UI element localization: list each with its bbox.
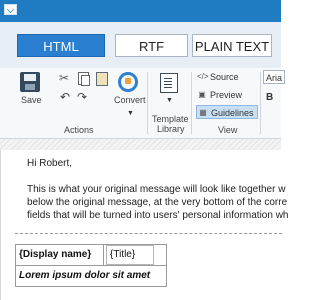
bold-button[interactable]: B	[266, 92, 273, 103]
ribbon-divider	[191, 72, 192, 134]
format-tab-bar: HTML RTF PLAIN TEXT	[0, 22, 281, 68]
editor-margin-stripe	[0, 139, 281, 150]
actions-group-label: Actions	[64, 125, 94, 135]
preview-icon: ▣	[198, 90, 206, 99]
paste-icon[interactable]	[96, 72, 108, 86]
view-group-label: View	[218, 125, 238, 135]
message-editor[interactable]: Hi Robert, This is what your original me…	[0, 150, 289, 300]
display-name-field[interactable]: {Display name}	[16, 245, 104, 265]
redo-icon[interactable]: ↷	[77, 90, 87, 104]
body-line: fields that will be turned into users' p…	[27, 210, 289, 221]
ribbon-divider	[260, 72, 261, 134]
convert-button-label[interactable]: Convert	[114, 95, 146, 105]
tab-html[interactable]: HTML	[17, 34, 105, 57]
undo-icon[interactable]: ↶	[60, 90, 70, 104]
ribbon-divider	[147, 72, 148, 134]
signature-guideline	[15, 233, 282, 234]
template-group-label-line1: Template	[152, 114, 189, 124]
view-guidelines-label: Guidelines	[211, 108, 254, 118]
template-group-label-line2: Library	[157, 124, 185, 134]
guidelines-icon: ▦	[199, 108, 207, 117]
code-icon: </>	[197, 72, 209, 81]
convert-icon[interactable]	[118, 72, 138, 92]
tab-rtf[interactable]: RTF	[115, 34, 188, 57]
view-preview-button[interactable]: ▣ Preview	[196, 88, 258, 102]
greeting-text: Hi Robert,	[27, 158, 73, 169]
copy-icon[interactable]	[78, 72, 90, 86]
mail-check-icon	[4, 4, 17, 15]
body-line: This is what your original message will …	[27, 184, 286, 195]
cut-icon[interactable]: ✂	[59, 72, 71, 84]
template-library-icon[interactable]	[160, 73, 178, 93]
signature-table[interactable]: {Display name} {Title} Lorem ipsum dolor…	[15, 244, 167, 287]
view-preview-label: Preview	[210, 90, 243, 100]
ribbon: Save ✂ ↶ ↷ Convert ▼ Actions ▼ Template …	[0, 68, 285, 139]
font-name-select[interactable]: Aria	[263, 70, 285, 84]
body-line: below the original message, at the very …	[27, 197, 288, 208]
signature-row: {Display name} {Title}	[16, 245, 166, 266]
template-dropdown-icon[interactable]: ▼	[166, 97, 173, 104]
view-source-button[interactable]: </> Source	[196, 70, 258, 84]
lorem-text: Lorem ipsum dolor sit amet	[19, 270, 151, 281]
view-guidelines-button[interactable]: ▦ Guidelines	[196, 105, 258, 119]
title-bar	[0, 0, 281, 22]
save-icon[interactable]	[20, 72, 40, 92]
view-source-label: Source	[210, 72, 239, 82]
title-field[interactable]: {Title}	[106, 245, 154, 265]
convert-dropdown-icon[interactable]: ▼	[127, 110, 134, 117]
tab-plain-text[interactable]: PLAIN TEXT	[192, 34, 272, 57]
save-button-label[interactable]: Save	[21, 95, 42, 105]
